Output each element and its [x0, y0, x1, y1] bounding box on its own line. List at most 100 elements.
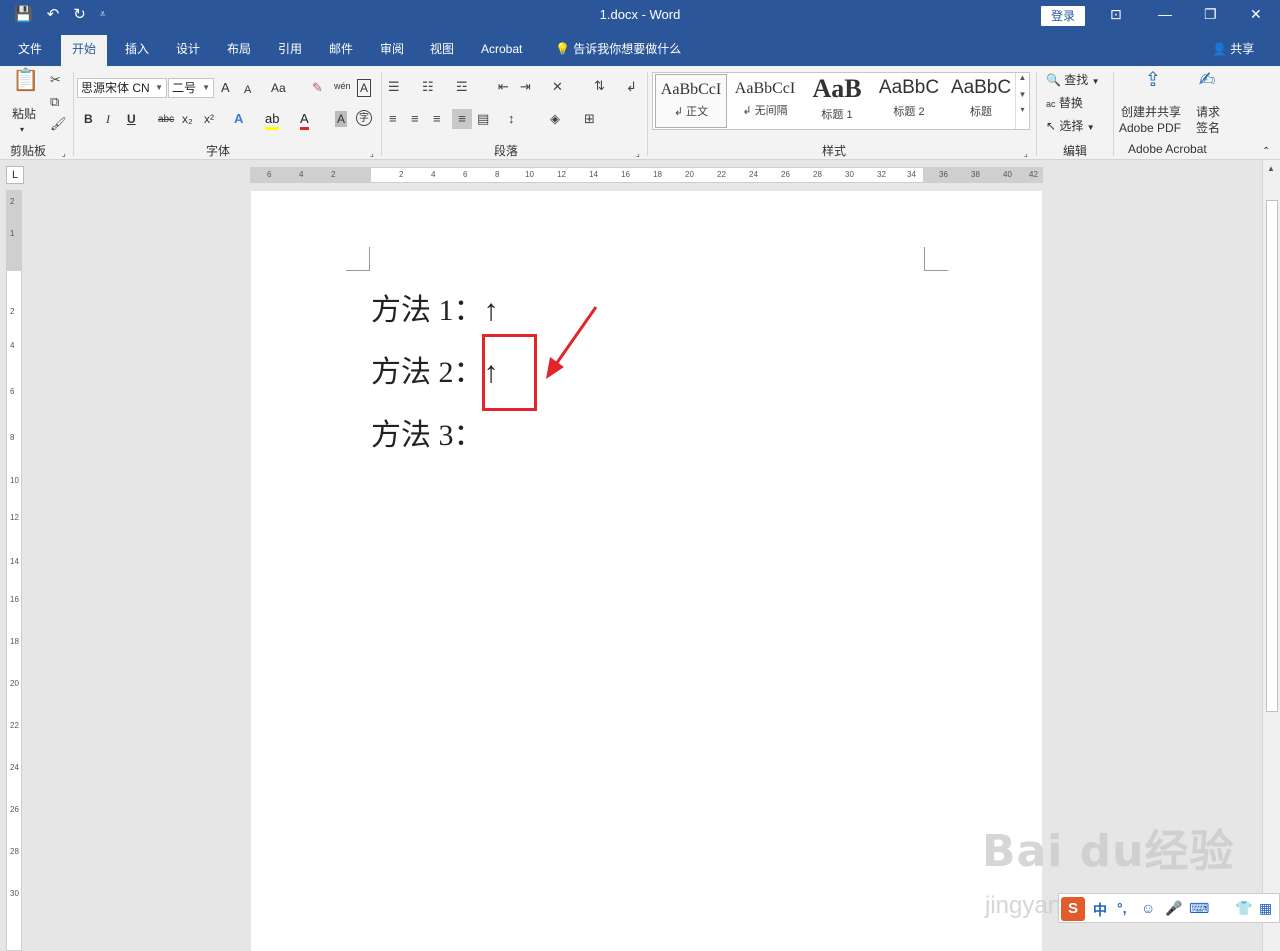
bullets-icon[interactable]: ☰ [388, 79, 400, 95]
tab-selector[interactable]: L [6, 166, 24, 184]
document-line-3[interactable]: 方法 3： [371, 410, 484, 454]
ime-logo[interactable]: S [1061, 897, 1085, 921]
select-button[interactable]: ↖ 选择 ▼ [1046, 118, 1095, 136]
ime-toolbox-icon[interactable]: ▦ [1259, 900, 1272, 917]
tab-acrobat[interactable]: Acrobat [479, 40, 524, 58]
paste-dropdown-icon[interactable]: ▾ [20, 122, 24, 138]
bold-button[interactable]: B [84, 111, 93, 127]
ime-keyboard-icon[interactable]: ⌨ [1189, 900, 1209, 917]
style-no-spacing[interactable]: AaBbCcI ↲ 无间隔 [729, 74, 801, 128]
cut-icon[interactable]: ✂ [50, 72, 61, 88]
show-marks-icon[interactable]: ↲ [626, 79, 637, 95]
acrobat-group-label: Adobe Acrobat [1128, 142, 1207, 156]
justify-icon[interactable]: ≡ [452, 109, 472, 129]
tab-home[interactable]: 开始 [61, 35, 108, 66]
character-shading-button[interactable]: A [335, 111, 348, 127]
close-icon[interactable]: ✕ [1250, 6, 1262, 23]
align-left-icon[interactable]: ≡ [389, 111, 397, 127]
paste-label[interactable]: 粘贴 [12, 106, 36, 122]
style-name: 标题 2 [893, 106, 925, 118]
enclose-characters-button[interactable]: 字 [356, 110, 372, 126]
replace-button[interactable]: ac 替换 [1046, 95, 1083, 112]
numbering-icon[interactable]: ☷ [422, 79, 434, 95]
chevron-up-icon[interactable]: ▲ [1016, 73, 1029, 82]
font-color-icon[interactable]: A [300, 111, 309, 130]
style-heading-2[interactable]: AaBbC 标题 2 [873, 74, 945, 128]
distributed-icon[interactable]: ▤ [477, 111, 489, 127]
find-button[interactable]: 🔍 查找 ▼ [1046, 72, 1100, 90]
paste-icon[interactable]: 📋 [12, 69, 39, 98]
line-spacing-icon[interactable]: ↕ [508, 111, 515, 127]
grow-font-button[interactable]: A [221, 80, 230, 96]
ime-voice-icon[interactable]: 🎤 [1165, 900, 1182, 917]
style-title[interactable]: AaBbC 标题 [945, 74, 1017, 128]
shading-icon[interactable]: ◈ [550, 111, 560, 127]
highlight-icon[interactable]: ab [265, 111, 280, 130]
more-styles-icon[interactable]: ▾ [1016, 105, 1029, 114]
tab-review[interactable]: 审阅 [378, 40, 406, 58]
tell-me-search[interactable]: 💡 告诉我你想要做什么 [553, 40, 683, 58]
copy-icon[interactable]: ⧉ [50, 94, 59, 110]
text-effects-icon[interactable]: A [234, 111, 243, 127]
styles-gallery-scroll[interactable]: ▲ ▼ ▾ [1015, 73, 1029, 129]
request-label[interactable]: 请求 [1196, 104, 1220, 120]
vertical-ruler[interactable]: 2 1 2 4 6 8 10 12 14 16 18 20 22 24 26 2… [6, 190, 22, 951]
chinese-layout-icon[interactable]: ✕ [552, 79, 563, 95]
document-line-1[interactable]: 方法 1：↑ [371, 285, 499, 329]
strikethrough-button[interactable]: abc [158, 112, 174, 128]
tab-mailings[interactable]: 邮件 [327, 40, 355, 58]
request-signature-icon[interactable]: ✍ [1194, 70, 1220, 90]
change-case-button[interactable]: Aa [271, 80, 286, 96]
horizontal-ruler[interactable]: 6 4 2 2 4 6 8 10 12 14 16 18 20 22 24 26… [250, 167, 1043, 183]
sign-label[interactable]: 签名 [1196, 120, 1220, 136]
create-share-label[interactable]: 创建并共享 [1121, 104, 1181, 120]
style-heading-1[interactable]: AaB 标题 1 [801, 74, 873, 128]
create-pdf-icon[interactable]: ⇪ [1140, 70, 1166, 90]
tab-file[interactable]: 文件 [16, 40, 44, 58]
character-border-button[interactable]: A [357, 79, 372, 97]
ribbon-display-icon[interactable]: ⊡ [1110, 6, 1122, 23]
ime-toolbar[interactable]: S 中 °, ☺ 🎤 ⌨ 👕 ▦ [1058, 893, 1280, 923]
tab-references[interactable]: 引用 [276, 40, 304, 58]
document-line-2[interactable]: 方法 2：↑ [371, 347, 499, 391]
italic-button[interactable]: I [106, 111, 110, 127]
increase-indent-icon[interactable]: ⇥ [520, 79, 531, 95]
ime-skin-icon[interactable]: 👕 [1235, 900, 1252, 917]
collapse-ribbon-icon[interactable]: ⌃ [1262, 144, 1270, 160]
document-page[interactable]: 方法 1：↑ 方法 2：↑ 方法 3： [251, 191, 1042, 951]
tab-layout[interactable]: 布局 [225, 40, 253, 58]
login-button[interactable]: 登录 [1041, 6, 1085, 26]
multilevel-list-icon[interactable]: ☲ [456, 79, 468, 95]
align-right-icon[interactable]: ≡ [433, 111, 441, 127]
ime-chinese-mode[interactable]: 中 [1093, 900, 1107, 920]
font-name-dropdown[interactable]: 思源宋体 CN ▼ [77, 78, 167, 98]
format-painter-icon[interactable]: 🖌 [50, 116, 67, 132]
vertical-scrollbar[interactable]: ▲ [1262, 160, 1280, 951]
scroll-up-icon[interactable]: ▲ [1267, 164, 1275, 173]
ruler-tick: 40 [1003, 170, 1012, 179]
share-button[interactable]: 👤 共享 [1212, 40, 1254, 57]
sort-icon[interactable]: ⇅ [594, 78, 605, 94]
superscript-button[interactable]: x² [204, 111, 214, 127]
tab-view[interactable]: 视图 [428, 40, 456, 58]
font-size-dropdown[interactable]: 二号 ▼ [168, 78, 214, 98]
adobe-pdf-label[interactable]: Adobe PDF [1119, 120, 1181, 136]
tab-insert[interactable]: 插入 [123, 40, 151, 58]
ime-punctuation[interactable]: °, [1117, 900, 1127, 916]
decrease-indent-icon[interactable]: ⇤ [498, 79, 509, 95]
subscript-button[interactable]: x₂ [182, 111, 193, 127]
chevron-down-icon[interactable]: ▼ [1016, 90, 1029, 99]
ime-emoji-icon[interactable]: ☺ [1141, 900, 1155, 916]
ribbon-home: 📋 粘贴 ▾ ✂ ⧉ 🖌 剪贴板 ⌟ 思源宋体 CN ▼ 二号 ▼ A A Aa… [0, 66, 1280, 160]
borders-icon[interactable]: ⊞ [584, 111, 595, 127]
underline-button[interactable]: U [127, 111, 136, 127]
restore-icon[interactable]: ❐ [1204, 6, 1217, 23]
minimize-icon[interactable]: — [1158, 6, 1172, 22]
shrink-font-button[interactable]: A [244, 82, 251, 98]
style-normal[interactable]: AaBbCcI ↲ 正文 [655, 74, 727, 128]
phonetic-guide-button[interactable]: wén [334, 78, 351, 94]
align-center-icon[interactable]: ≡ [411, 111, 419, 127]
tab-design[interactable]: 设计 [174, 40, 202, 58]
scrollbar-thumb[interactable] [1266, 200, 1278, 712]
clear-formatting-icon[interactable]: ✎ [312, 80, 323, 96]
